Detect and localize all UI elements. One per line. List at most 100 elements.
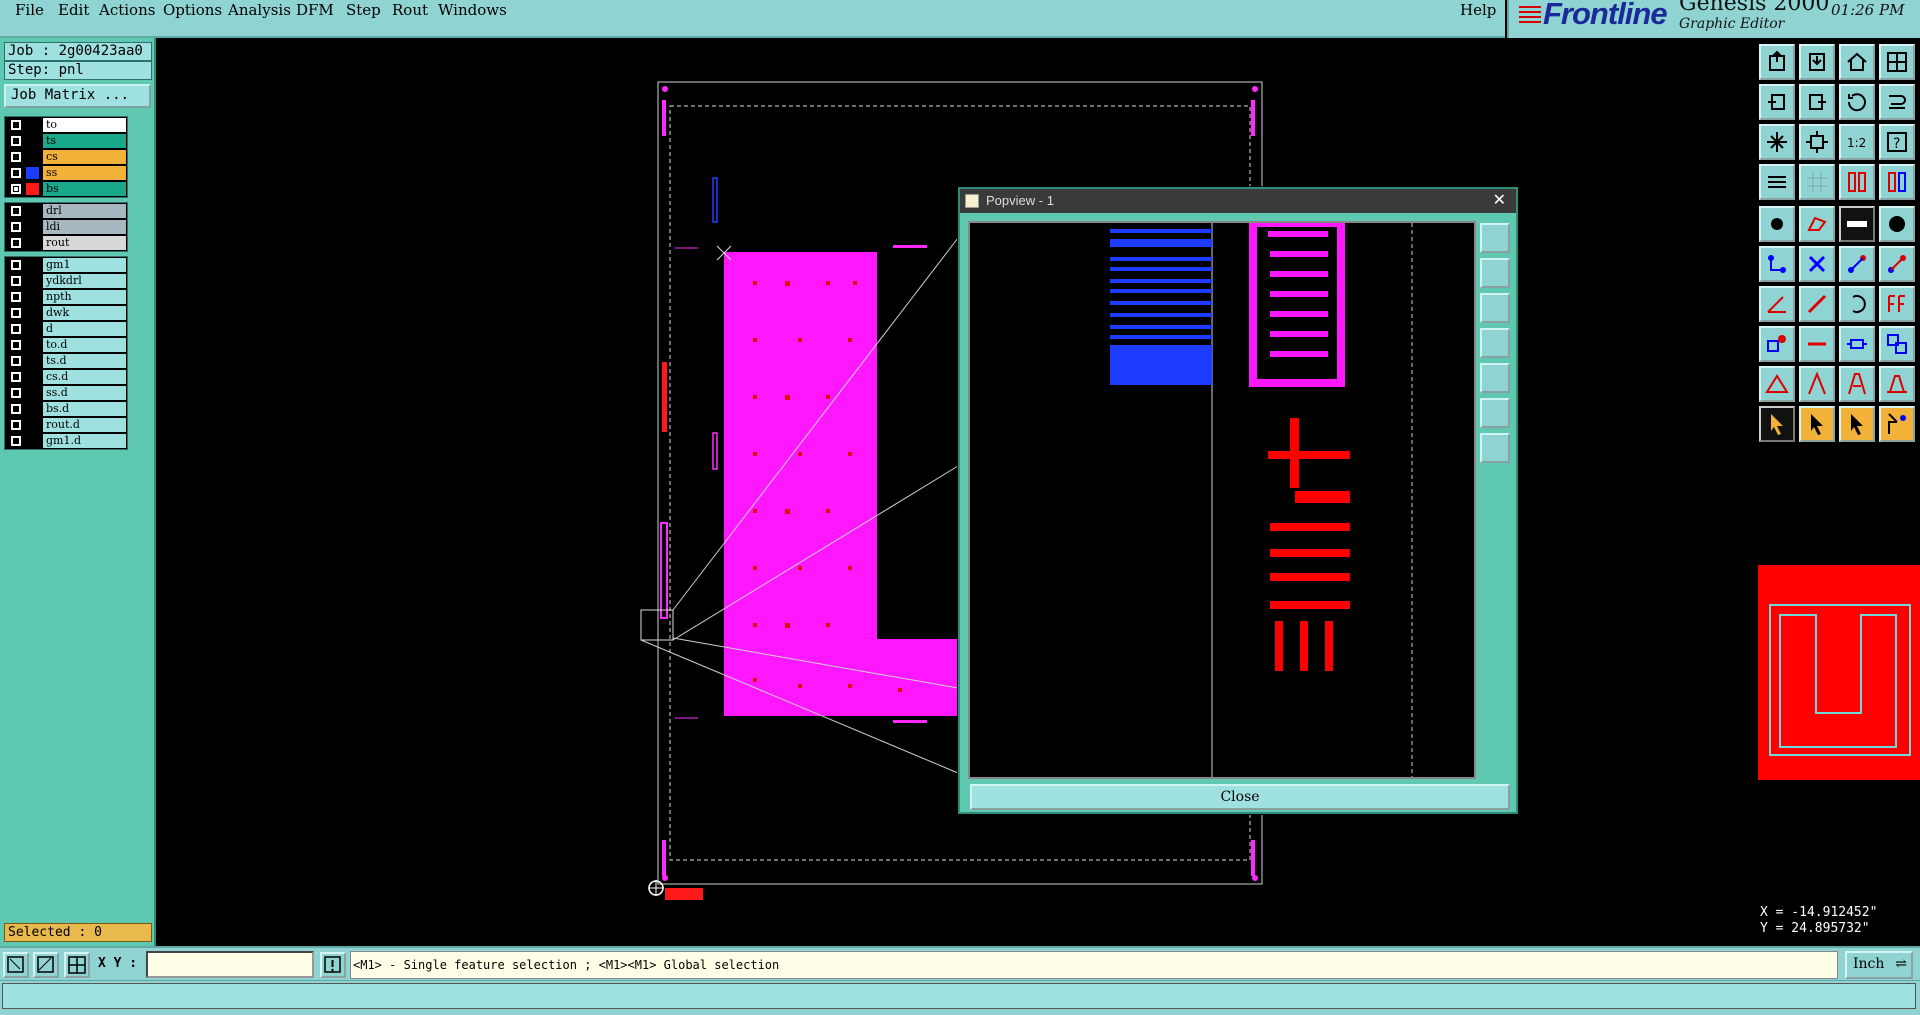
job-matrix-button[interactable]: Job Matrix ... (4, 84, 151, 108)
layer-name[interactable]: gm1.d (43, 434, 126, 448)
layer-checkbox[interactable] (11, 152, 21, 162)
layer-name[interactable]: bs (43, 182, 126, 196)
layer-name[interactable]: dwk (43, 306, 126, 320)
menu-help[interactable]: Help (1458, 1, 1498, 19)
layer-checkbox[interactable] (11, 120, 21, 130)
layer-checkbox[interactable] (11, 356, 21, 366)
layer-row[interactable]: ss (5, 165, 127, 181)
pan-right-button[interactable] (1799, 84, 1835, 120)
zoom-home-button[interactable] (1799, 124, 1835, 160)
layer-row[interactable]: cs (5, 149, 127, 165)
menu-rout[interactable]: Rout (390, 1, 430, 19)
undo-icon[interactable] (1839, 84, 1875, 120)
layer-name[interactable]: bs.d (43, 402, 126, 416)
angle-button[interactable] (1759, 286, 1795, 322)
pv-zoom-out-button[interactable] (1480, 293, 1510, 323)
pv-fit-button[interactable] (1480, 398, 1510, 428)
layer-row[interactable]: to (5, 117, 127, 133)
layer-checkbox[interactable] (11, 436, 21, 446)
layer-row[interactable]: d (5, 321, 127, 337)
layer-row[interactable]: npth (5, 289, 127, 305)
layer-row[interactable]: ts.d (5, 353, 127, 369)
peak-button[interactable] (1799, 366, 1835, 402)
redo-icon[interactable] (1879, 84, 1915, 120)
zoom-window-button[interactable] (3, 952, 29, 978)
menu-file[interactable]: File (13, 1, 46, 19)
slope-button[interactable] (1799, 286, 1835, 322)
open-step-button[interactable] (1759, 44, 1795, 80)
pv-zoom-in-button[interactable] (1480, 258, 1510, 288)
popview-titlebar[interactable]: Popview - 1 ✕ (960, 189, 1516, 213)
layer-name[interactable]: cs (43, 150, 126, 164)
menu-step[interactable]: Step (344, 1, 383, 19)
layer-settings-button[interactable] (1759, 164, 1795, 200)
layer-row[interactable]: ydkdrl (5, 273, 127, 289)
overview-thumbnail[interactable] (1758, 565, 1920, 780)
layer-name[interactable]: d (43, 322, 126, 336)
popview-close-button[interactable]: Close (970, 784, 1510, 810)
layer-checkbox[interactable] (11, 222, 21, 232)
grid-icon[interactable] (1799, 164, 1835, 200)
layer-row[interactable]: gm1.d (5, 433, 127, 449)
snap-grid-button[interactable] (64, 952, 90, 978)
layer-checkbox[interactable] (11, 388, 21, 398)
copy-button[interactable] (1759, 326, 1795, 362)
layer-name[interactable]: drl (43, 204, 126, 218)
window-split-button[interactable] (1879, 44, 1915, 80)
layer-checkbox[interactable] (11, 184, 21, 194)
menu-actions[interactable]: Actions (97, 1, 157, 19)
pv-zoom-home-button[interactable] (1480, 223, 1510, 253)
layer-row[interactable]: to.d (5, 337, 127, 353)
close-icon[interactable]: ✕ (1493, 190, 1506, 209)
layer-name[interactable]: rout (43, 236, 126, 250)
select-feature-button[interactable] (1799, 406, 1835, 442)
zoom-fit-button[interactable] (1759, 124, 1795, 160)
scale-1-2-button[interactable]: 1:2 (1839, 124, 1875, 160)
measure-button[interactable] (1839, 206, 1875, 242)
layer-checkbox[interactable] (11, 238, 21, 248)
layer-name[interactable]: gm1 (43, 258, 126, 272)
layer-row[interactable]: drl (5, 203, 127, 219)
mirror-button[interactable] (1879, 286, 1915, 322)
move-line-button[interactable] (1879, 246, 1915, 282)
layer-checkbox[interactable] (11, 404, 21, 414)
layer-checkbox[interactable] (11, 260, 21, 270)
select-net-button[interactable] (1839, 406, 1875, 442)
select-pointer-button[interactable] (1759, 406, 1795, 442)
command-field[interactable] (2, 983, 1916, 1009)
layer-checkbox[interactable] (11, 420, 21, 430)
help-icon[interactable]: ? (1879, 124, 1915, 160)
layer-row[interactable]: gm1 (5, 257, 127, 273)
menu-options[interactable]: Options (161, 1, 224, 19)
pv-pan-left-button[interactable] (1480, 328, 1510, 358)
layer-name[interactable]: ss (43, 166, 126, 180)
layer-row[interactable]: dwk (5, 305, 127, 321)
add-circle-button[interactable] (1879, 206, 1915, 242)
alert-icon[interactable] (320, 952, 346, 978)
delete-icon[interactable] (1799, 246, 1835, 282)
popview-view[interactable] (968, 221, 1476, 779)
layer-row[interactable]: ss.d (5, 385, 127, 401)
layer-checkbox[interactable] (11, 276, 21, 286)
menu-edit[interactable]: Edit (56, 1, 91, 19)
line-edit-button[interactable] (1799, 326, 1835, 362)
layer-checkbox[interactable] (11, 206, 21, 216)
group-button[interactable] (1879, 326, 1915, 362)
layer-checkbox[interactable] (11, 136, 21, 146)
layer-row[interactable]: ldi (5, 219, 127, 235)
arch-flat-button[interactable] (1879, 366, 1915, 402)
layer-checkbox[interactable] (11, 324, 21, 334)
layer-checkbox[interactable] (11, 292, 21, 302)
triangle-button[interactable] (1759, 366, 1795, 402)
layer-name[interactable]: ts.d (43, 354, 126, 368)
pv-center-button[interactable] (1480, 433, 1510, 463)
layer-row[interactable]: ts (5, 133, 127, 149)
layer-name[interactable]: ss.d (43, 386, 126, 400)
arc-button[interactable] (1839, 286, 1875, 322)
arch-button[interactable] (1839, 366, 1875, 402)
measure-tool-button[interactable] (33, 952, 59, 978)
xy-input[interactable] (146, 951, 314, 978)
pan-left-button[interactable] (1759, 84, 1795, 120)
compare-layers-button[interactable] (1879, 164, 1915, 200)
resize-button[interactable] (1839, 326, 1875, 362)
